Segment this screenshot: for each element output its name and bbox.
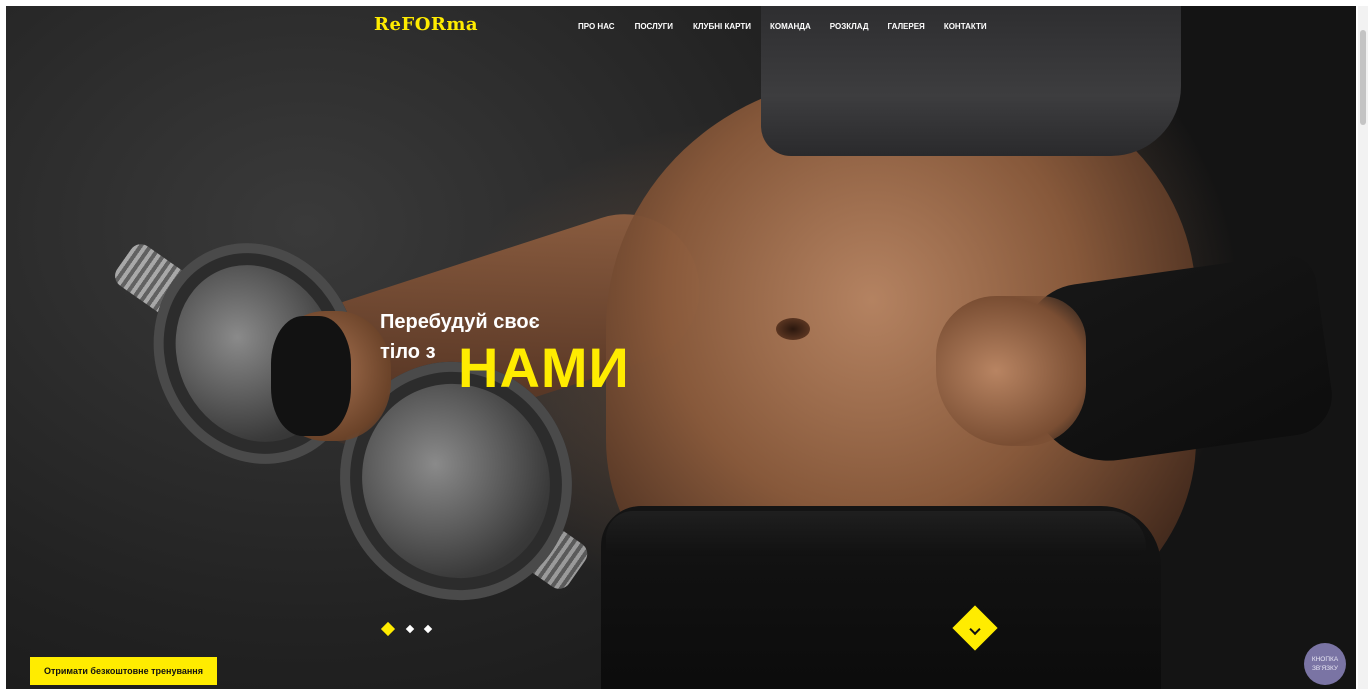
slider-pagination bbox=[380, 621, 443, 637]
hero-image-glove bbox=[271, 316, 351, 436]
slider-dot[interactable] bbox=[405, 624, 415, 634]
hero-headline-line1: Перебудуй своє bbox=[380, 311, 540, 333]
nav-item-schedule[interactable]: РОЗКЛАД bbox=[830, 22, 869, 31]
hero-banner bbox=[6, 6, 1356, 689]
page: ReFORma ПРО НАС ПОСЛУГИ КЛУБНІ КАРТИ КОМ… bbox=[0, 0, 1368, 691]
contact-button-line2: ЗВ'ЯЗКУ bbox=[1311, 665, 1339, 672]
slider-dot[interactable] bbox=[423, 624, 433, 634]
nav-item-about[interactable]: ПРО НАС bbox=[578, 22, 615, 31]
site-logo[interactable]: ReFORma bbox=[374, 14, 478, 35]
contact-button[interactable]: КНОПКА ЗВ'ЯЗКУ bbox=[1304, 643, 1346, 685]
hero-image-detail bbox=[776, 318, 810, 340]
main-nav: ПРО НАС ПОСЛУГИ КЛУБНІ КАРТИ КОМАНДА РОЗ… bbox=[578, 22, 987, 31]
nav-item-services[interactable]: ПОСЛУГИ bbox=[635, 22, 673, 31]
nav-item-gallery[interactable]: ГАЛЕРЕЯ bbox=[888, 22, 925, 31]
nav-item-contacts[interactable]: КОНТАКТИ bbox=[944, 22, 987, 31]
hero-image-hand bbox=[936, 296, 1086, 446]
hero-headline-line2: тіло з bbox=[380, 341, 436, 363]
nav-item-team[interactable]: КОМАНДА bbox=[770, 22, 811, 31]
free-training-button[interactable]: Отримати безкоштовне тренування bbox=[30, 657, 217, 685]
hero-image-waistband bbox=[606, 511, 1146, 556]
contact-button-line1: КНОПКА bbox=[1311, 656, 1339, 663]
slider-dot-active[interactable] bbox=[380, 621, 396, 637]
hero-headline-highlight: НАМИ bbox=[458, 336, 630, 399]
nav-item-club-cards[interactable]: КЛУБНІ КАРТИ bbox=[693, 22, 751, 31]
chevron-down-icon bbox=[969, 623, 981, 636]
scrollbar-thumb[interactable] bbox=[1360, 30, 1366, 125]
